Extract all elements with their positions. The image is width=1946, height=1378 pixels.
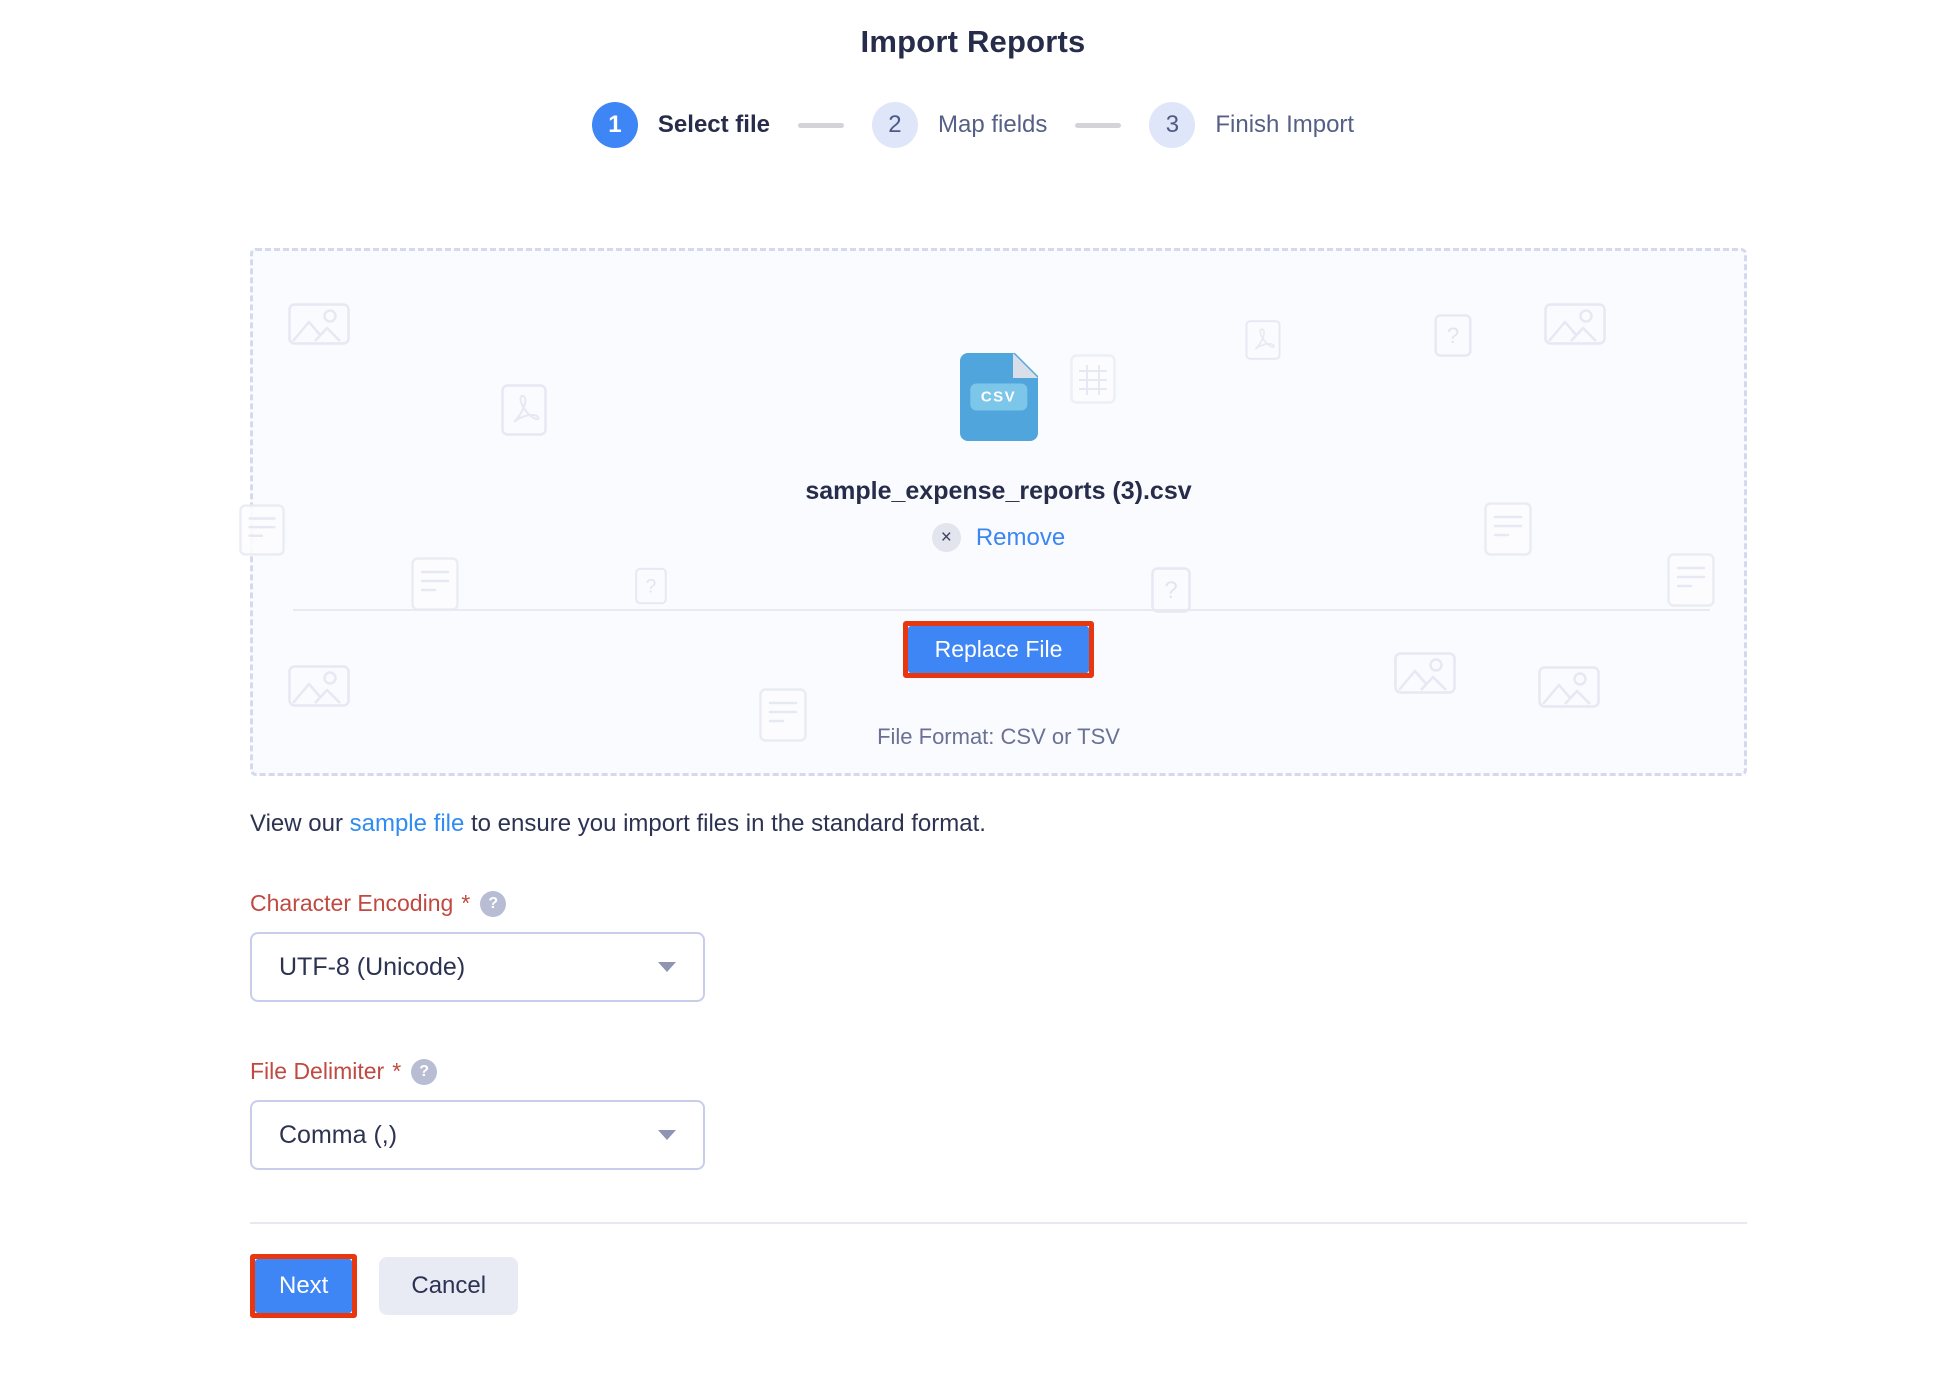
page-title: Import Reports	[0, 0, 1946, 60]
character-encoding-value: UTF-8 (Unicode)	[279, 953, 465, 982]
uploaded-file-name: sample_expense_reports (3).csv	[805, 477, 1191, 506]
step-map-fields: 2 Map fields	[872, 102, 1047, 148]
next-button-highlight: Next	[250, 1254, 357, 1318]
csv-file-icon: CSV	[960, 353, 1038, 441]
remove-file-button[interactable]: × Remove	[926, 522, 1071, 553]
step-select-file: 1 Select file	[592, 102, 770, 148]
sample-line-suffix: to ensure you import files in the standa…	[464, 810, 986, 837]
required-mark: *	[392, 1058, 401, 1085]
step-1-label: Select file	[658, 111, 770, 139]
help-icon[interactable]: ?	[411, 1059, 437, 1085]
character-encoding-select[interactable]: UTF-8 (Unicode)	[250, 932, 705, 1002]
required-mark: *	[461, 890, 470, 917]
sample-line-prefix: View our	[250, 810, 350, 837]
step-finish-import: 3 Finish Import	[1149, 102, 1354, 148]
character-encoding-label: Character Encoding * ?	[250, 890, 1946, 917]
file-dropzone[interactable]: CSV sample_expense_reports (3).csv × Rem…	[250, 248, 1747, 776]
cancel-button[interactable]: Cancel	[379, 1257, 518, 1315]
stepper: 1 Select file 2 Map fields 3 Finish Impo…	[0, 102, 1946, 148]
help-icon[interactable]: ?	[480, 891, 506, 917]
footer-divider	[250, 1222, 1747, 1224]
footer-actions: Next Cancel	[250, 1254, 1946, 1318]
file-delimiter-select[interactable]: Comma (,)	[250, 1100, 705, 1170]
character-encoding-field: Character Encoding * ? UTF-8 (Unicode)	[250, 890, 1946, 1002]
csv-type-badge: CSV	[970, 384, 1027, 411]
next-button[interactable]: Next	[255, 1259, 352, 1313]
step-2-label: Map fields	[938, 111, 1047, 139]
step-2-circle: 2	[872, 102, 918, 148]
step-1-circle: 1	[592, 102, 638, 148]
file-format-hint: File Format: CSV or TSV	[877, 724, 1120, 750]
file-delimiter-label: File Delimiter * ?	[250, 1058, 1946, 1085]
step-3-circle: 3	[1149, 102, 1195, 148]
import-reports-page: Import Reports 1 Select file 2 Map field…	[0, 0, 1946, 1378]
step-connector	[798, 123, 844, 128]
step-connector	[1075, 123, 1121, 128]
sample-file-link[interactable]: sample file	[350, 810, 465, 837]
step-3-label: Finish Import	[1215, 111, 1354, 139]
replace-file-button[interactable]: Replace File	[908, 626, 1090, 673]
close-icon: ×	[932, 523, 961, 552]
chevron-down-icon	[658, 962, 676, 972]
remove-label: Remove	[976, 524, 1065, 552]
sample-file-line: View our sample file to ensure you impor…	[250, 810, 1946, 838]
file-delimiter-value: Comma (,)	[279, 1121, 397, 1150]
chevron-down-icon	[658, 1130, 676, 1140]
replace-file-highlight: Replace File	[903, 621, 1095, 678]
file-delimiter-field: File Delimiter * ? Comma (,)	[250, 1058, 1946, 1170]
